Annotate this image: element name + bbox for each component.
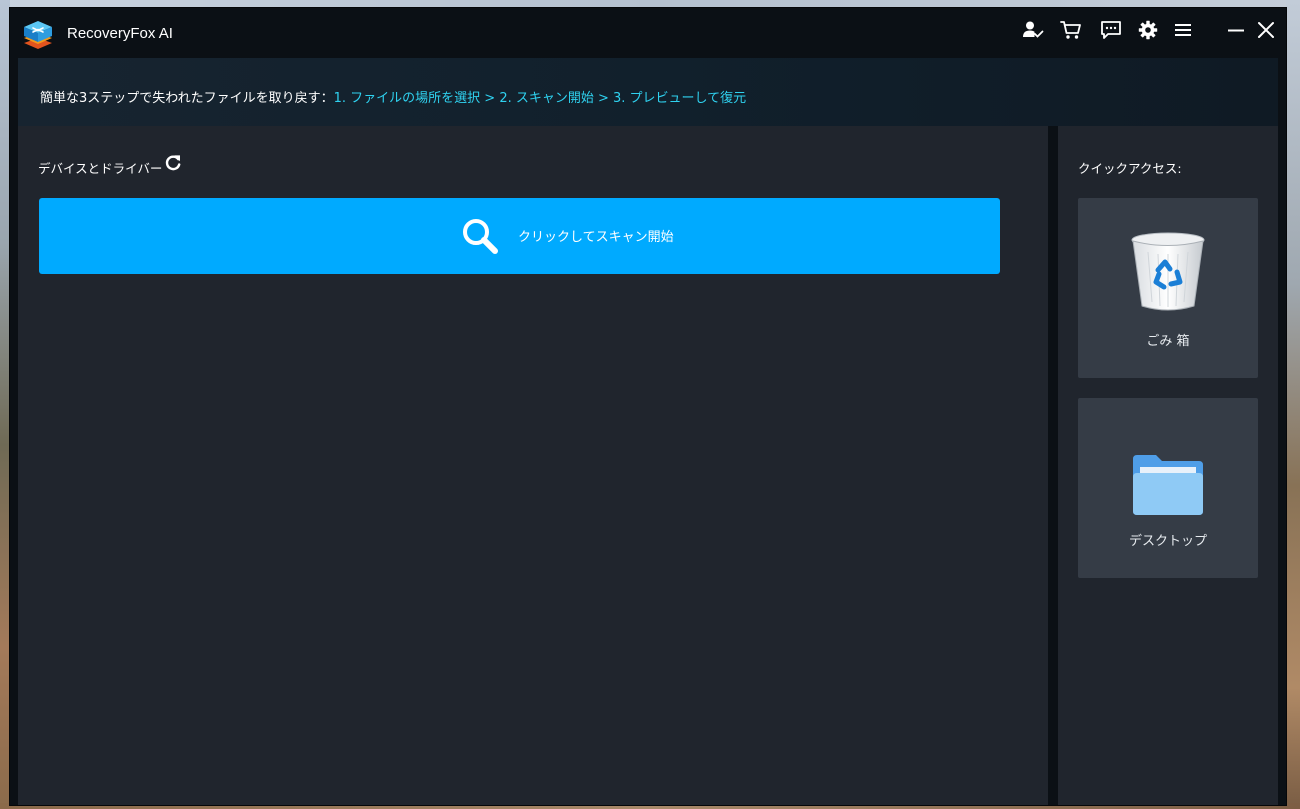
banner-steps: 1. ファイルの場所を選択 > 2. スキャン開始 > 3. プレビューして復元 [333,91,747,106]
folder-icon [1133,455,1203,515]
close-icon[interactable] [1254,18,1278,42]
settings-icon[interactable] [1136,18,1160,42]
desktop-wallpaper-top [0,0,1300,8]
desktop-wallpaper-left [0,0,10,809]
banner-prefix: 簡単な3ステップで失われたファイルを取り戻す： [40,91,334,106]
app-logo-icon [24,21,52,49]
quick-access-recycle-bin[interactable]: ごみ 箱 [1078,198,1258,378]
title-bar[interactable]: RecoveryFox AI [10,8,1286,58]
scan-button-label: クリックしてスキャン開始 [518,230,674,245]
devices-title: デバイスとドライバー [38,161,163,176]
recycle-bin-label: ごみ 箱 [1146,334,1190,349]
quick-access-panel: クイックアクセス: ごみ 箱 デスクトップ [1058,126,1278,805]
quick-access-desktop[interactable]: デスクトップ [1078,398,1258,578]
account-icon[interactable] [1021,18,1045,42]
devices-panel: デバイスとドライバー クリックしてスキャン開始 [18,126,1048,805]
steps-banner: 簡単な3ステップで失われたファイルを取り戻す：1. ファイルの場所を選択 > 2… [18,58,1278,126]
menu-icon[interactable] [1171,18,1195,42]
feedback-icon[interactable] [1099,18,1123,42]
app-title: RecoveryFox AI [67,25,173,42]
desktop-label: デスクトップ [1128,534,1207,549]
steps-banner-text: 簡単な3ステップで失われたファイルを取り戻す：1. ファイルの場所を選択 > 2… [40,87,746,106]
app-window: RecoveryFox AI 簡単な3ステップで失われたファイルを取り戻す：1.… [10,8,1286,805]
desktop-wallpaper-right [1286,0,1300,809]
recycle-bin-icon [1131,232,1205,311]
quick-access-title: クイックアクセス: [1078,161,1182,176]
minimize-icon[interactable] [1224,18,1248,42]
refresh-icon[interactable] [164,154,182,172]
search-icon [463,219,498,254]
cart-icon[interactable] [1059,18,1083,42]
scan-button[interactable]: クリックしてスキャン開始 [39,198,1000,274]
